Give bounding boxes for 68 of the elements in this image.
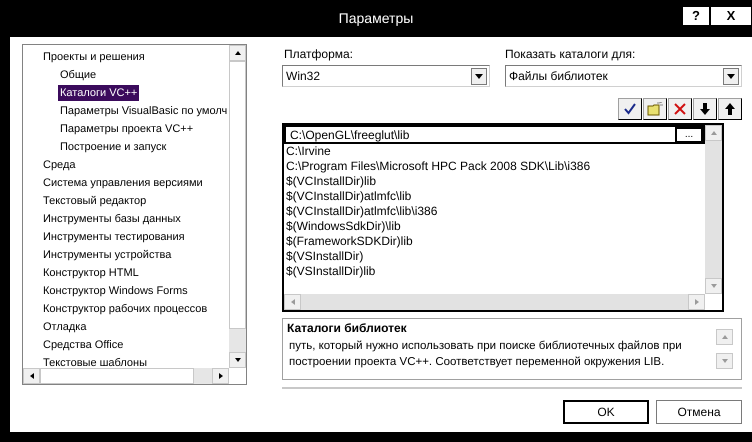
tree-item[interactable]: Конструктор Windows Forms: [41, 282, 190, 300]
arrow-right-icon: [692, 298, 700, 306]
scroll-thumb[interactable]: [229, 61, 246, 329]
tree-item[interactable]: Конструктор HTML: [41, 264, 141, 282]
directory-row[interactable]: $(WindowsSdkDir)\lib: [284, 219, 705, 234]
tree-item[interactable]: Текстовый редактор: [41, 192, 148, 210]
tree-item[interactable]: Инструменты устройства: [41, 246, 174, 264]
directory-row[interactable]: $(VCInstallDir)lib: [284, 174, 705, 189]
arrow-left-icon: [28, 372, 36, 380]
vertical-scrollbar[interactable]: [229, 45, 246, 368]
directory-row[interactable]: $(VSInstallDir)lib: [284, 264, 705, 279]
tree-item[interactable]: Параметры проекта VC++: [58, 120, 196, 138]
arrow-down-icon: [720, 357, 728, 365]
tree-item[interactable]: Среда: [41, 156, 78, 174]
tree-item[interactable]: Общие: [58, 66, 98, 84]
directory-row[interactable]: C:\Program Files\Microsoft HPC Pack 2008 SDK\Lib\i386: [284, 159, 705, 174]
platform-label: Платформа:: [283, 46, 354, 61]
platform-dropdown[interactable]: Win32: [282, 65, 490, 87]
arrow-down-icon: [700, 103, 710, 115]
check-button[interactable]: [618, 98, 642, 120]
delete-button[interactable]: [668, 98, 692, 120]
window-title: Параметры: [338, 9, 414, 28]
directory-row[interactable]: $(VCInstallDir)atlmfc\lib: [284, 189, 705, 204]
tree-item[interactable]: Параметры VisualBasic по умолч: [58, 102, 229, 120]
arrow-up-icon: [234, 49, 242, 57]
tree-item[interactable]: Средства Office: [41, 336, 126, 354]
cancel-button[interactable]: Отмена: [656, 400, 742, 424]
arrow-up-icon: [710, 129, 718, 137]
ok-button[interactable]: OK: [563, 400, 649, 424]
directory-row[interactable]: C:\Irvine: [284, 144, 705, 159]
scroll-up-button[interactable]: [229, 45, 246, 61]
scroll-left-button[interactable]: [23, 368, 40, 384]
horizontal-scrollbar[interactable]: [23, 368, 229, 384]
help-button[interactable]: ?: [682, 6, 710, 26]
check-icon: [624, 103, 636, 115]
tree-item[interactable]: Инструменты базы данных: [41, 210, 183, 228]
tree-item[interactable]: Текстовые шаблоны: [41, 354, 150, 368]
close-button[interactable]: X: [710, 6, 752, 26]
tree-item[interactable]: Отладка: [41, 318, 88, 336]
tree-item[interactable]: Система управления версиями: [41, 174, 205, 192]
arrow-up-icon: [725, 103, 735, 115]
tree-item[interactable]: Проекты и решения: [41, 48, 147, 66]
description-title: Каталоги библиотек: [287, 321, 408, 336]
scroll-down-button[interactable]: [229, 352, 246, 368]
tree-item[interactable]: Инструменты тестирования: [41, 228, 187, 246]
arrow-left-icon: [288, 298, 296, 306]
new-folder-icon: [647, 102, 663, 116]
tree-item[interactable]: Построение и запуск: [58, 138, 168, 156]
show-directories-dropdown[interactable]: Файлы библиотек: [505, 65, 742, 87]
description-text: путь, который нужно использовать при поиске библиотечных файлов при построении проекта VC++. Соответствует переменной окружения LIB.: [288, 339, 683, 370]
show-directories-label: Показать каталоги для:: [505, 46, 636, 61]
browse-button[interactable]: ...: [675, 126, 703, 142]
scroll-right-button[interactable]: [212, 368, 229, 384]
new-folder-button[interactable]: [643, 98, 667, 120]
arrow-down-icon: [234, 356, 242, 364]
move-down-button[interactable]: [693, 98, 717, 120]
move-up-button[interactable]: [718, 98, 742, 120]
arrow-right-icon: [216, 372, 224, 380]
tree-item[interactable]: Каталоги VC++: [58, 84, 140, 102]
arrow-up-icon: [720, 333, 728, 341]
directory-row[interactable]: $(VSInstallDir): [284, 249, 705, 264]
arrow-down-icon: [710, 282, 718, 290]
tree-item[interactable]: Конструктор рабочих процессов: [41, 300, 210, 318]
delete-icon: [673, 102, 687, 116]
directory-edit-field[interactable]: C:\OpenGL\freeglut\lib ...: [284, 125, 705, 144]
directory-row[interactable]: $(VCInstallDir)atlmfc\lib\i386: [284, 204, 705, 219]
scroll-thumb[interactable]: [40, 368, 194, 384]
directory-row[interactable]: $(FrameworkSDKDir)lib: [284, 234, 705, 249]
